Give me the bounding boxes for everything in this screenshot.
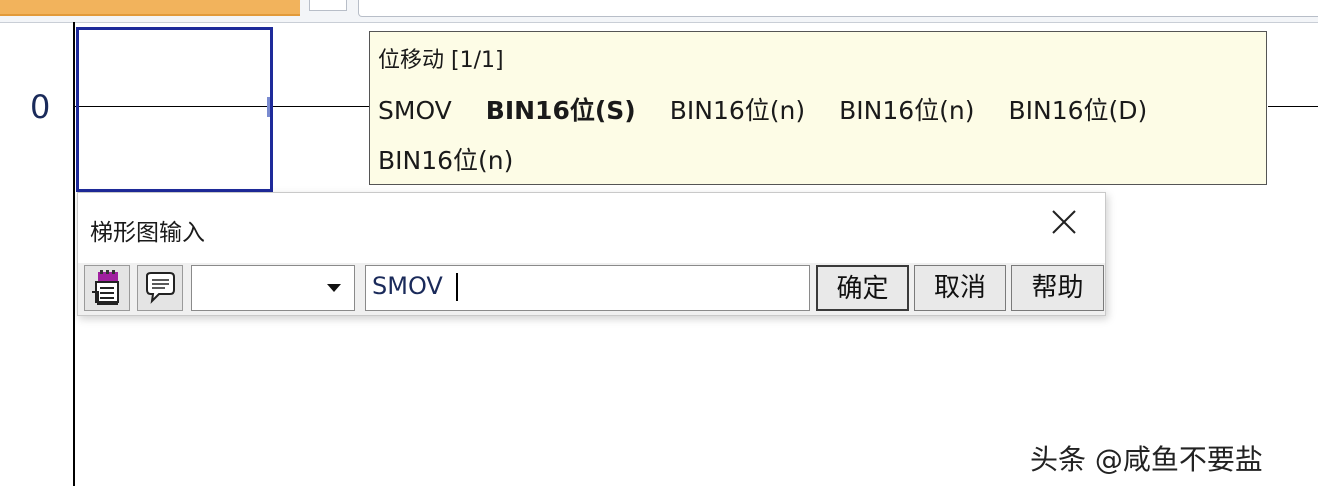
help-button[interactable]: 帮助 xyxy=(1011,265,1104,311)
instruction-type-select[interactable] xyxy=(191,265,355,311)
comment-bubble-glyph xyxy=(146,272,175,304)
ok-button[interactable]: 确定 xyxy=(816,265,909,311)
rung-line-right xyxy=(1268,106,1318,107)
text-caret xyxy=(456,273,459,301)
top-field[interactable] xyxy=(358,0,1318,17)
instruction-tooltip: 位移动 [1/1] SMOV BIN16位(S) BIN16位(n) BIN16… xyxy=(369,31,1267,185)
instruction-list-glyph xyxy=(92,270,119,305)
dialog-title: 梯形图输入 xyxy=(90,220,205,246)
rung-line-segment xyxy=(270,106,369,107)
tooltip-title: 位移动 [1/1] xyxy=(378,48,504,73)
top-toolbar-strip xyxy=(0,0,1318,23)
left-power-rail xyxy=(73,22,75,486)
tooltip-param-s: BIN16位(S) xyxy=(485,96,636,125)
close-icon[interactable] xyxy=(1044,207,1084,243)
chevron-down-glyph xyxy=(327,284,341,292)
instruction-list-icon[interactable] xyxy=(84,265,130,311)
chevron-down-icon[interactable] xyxy=(314,266,354,310)
ladder-input-dialog: 梯形图输入 SMOV 确定 取消 帮助 xyxy=(77,192,1106,316)
tab-box[interactable] xyxy=(309,0,347,11)
watermark: 头条 @咸鱼不要盐 xyxy=(1030,443,1263,476)
cancel-button[interactable]: 取消 xyxy=(914,265,1006,311)
instruction-input[interactable]: SMOV xyxy=(365,265,810,311)
ladder-cursor-cell[interactable] xyxy=(76,27,273,192)
tooltip-param-n1: BIN16位(n) xyxy=(669,96,806,125)
rung-number: 0 xyxy=(30,88,51,126)
tooltip-params: SMOV BIN16位(S) BIN16位(n) BIN16位(n) BIN16… xyxy=(378,86,1258,186)
instruction-input-text: SMOV xyxy=(372,272,451,300)
cell-connection-mark xyxy=(267,97,270,117)
dialog-toolbar: SMOV 确定 取消 帮助 xyxy=(78,263,1105,315)
comment-bubble-icon[interactable] xyxy=(137,265,183,311)
tooltip-instruction: SMOV xyxy=(378,96,452,125)
tooltip-param-n3: BIN16位(n) xyxy=(378,146,514,175)
tooltip-param-n2: BIN16位(n) xyxy=(839,96,975,125)
active-tab[interactable] xyxy=(0,0,300,16)
tooltip-param-d: BIN16位(D) xyxy=(1008,96,1148,125)
close-icon-glyph xyxy=(1052,210,1076,234)
